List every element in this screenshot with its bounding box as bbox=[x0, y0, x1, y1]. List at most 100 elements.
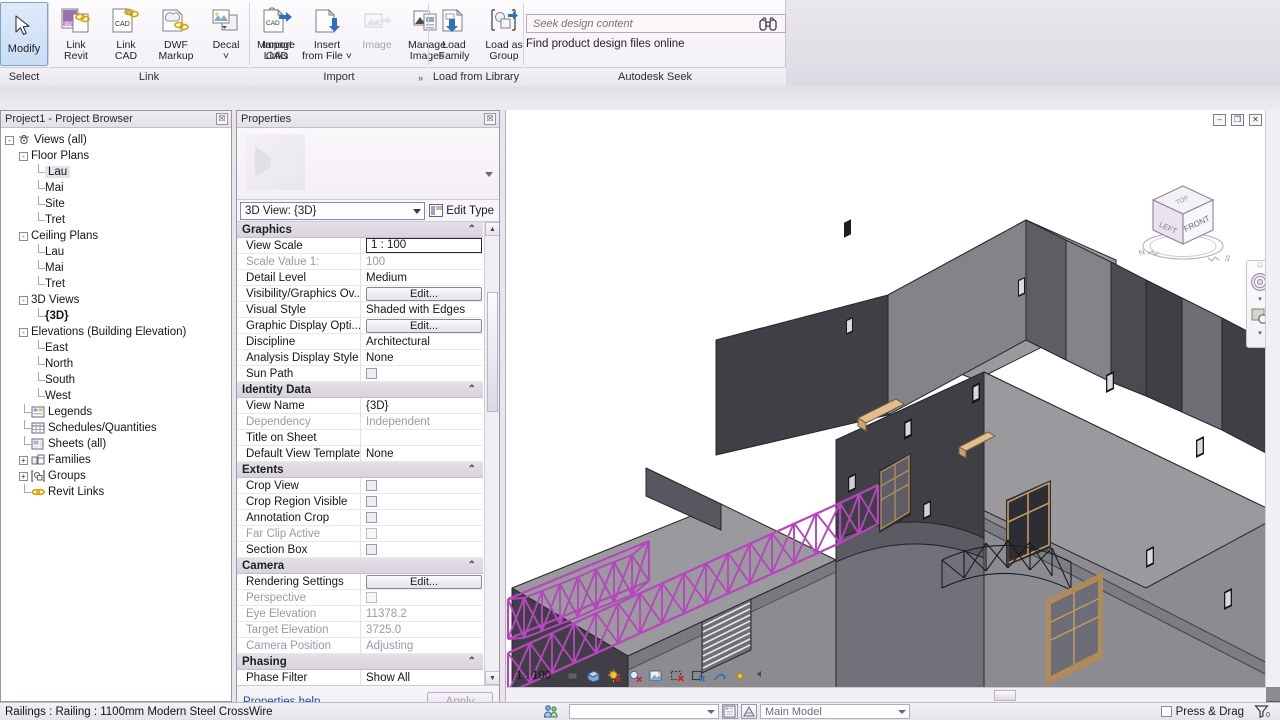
crop-off-icon[interactable] bbox=[670, 669, 685, 683]
property-row[interactable]: Annotation Crop bbox=[237, 509, 483, 526]
modify-button[interactable]: Modify bbox=[0, 2, 48, 66]
load-as-group-button[interactable]: Load as Group bbox=[479, 2, 529, 66]
properties-group-extents[interactable]: Extents ⌃ bbox=[237, 462, 483, 478]
property-row[interactable]: Visibility/Graphics Ov... Edit... bbox=[237, 285, 483, 302]
property-row[interactable]: View Name {3D} bbox=[237, 397, 483, 414]
tree-item-families[interactable]: + Families bbox=[5, 452, 231, 468]
property-row[interactable]: Analysis Display Style None bbox=[237, 349, 483, 366]
type-selector-combobox[interactable]: 3D View: {3D} bbox=[240, 201, 426, 220]
scroll-up-button[interactable]: ▲ bbox=[485, 222, 499, 236]
tree-item-site[interactable]: Site bbox=[5, 196, 231, 212]
property-row[interactable]: Eye Elevation 11378.2 bbox=[237, 605, 483, 622]
property-checkbox[interactable] bbox=[366, 480, 377, 491]
property-value-cell[interactable] bbox=[361, 542, 483, 558]
property-value-cell[interactable]: Independent bbox=[361, 414, 483, 430]
property-row[interactable]: Phase Filter Show All bbox=[237, 669, 483, 685]
property-edit-button[interactable]: Edit... bbox=[366, 574, 482, 589]
properties-group-phasing[interactable]: Phasing ⌃ bbox=[237, 654, 483, 670]
chevron-up-icon[interactable]: ⌃ bbox=[468, 560, 476, 571]
tree-item-north[interactable]: North bbox=[5, 356, 231, 372]
property-value-cell[interactable]: Edit... bbox=[361, 286, 483, 302]
properties-group-camera[interactable]: Camera ⌃ bbox=[237, 558, 483, 574]
properties-close-icon[interactable]: ☒ bbox=[484, 113, 496, 125]
tree-item-east[interactable]: East bbox=[5, 340, 231, 356]
tree-item-sheets-all[interactable]: Sheets (all) bbox=[5, 436, 231, 452]
chevron-up-icon[interactable]: ⌃ bbox=[468, 464, 476, 475]
collapse-icon[interactable]: - bbox=[19, 151, 28, 161]
binoculars-icon[interactable] bbox=[759, 16, 777, 31]
unlock-view-icon[interactable] bbox=[712, 669, 727, 683]
properties-group-identity-data[interactable]: Identity Data ⌃ bbox=[237, 382, 483, 398]
design-options-icon[interactable] bbox=[722, 704, 738, 719]
tree-item-3d-views[interactable]: -3D Views bbox=[5, 292, 231, 308]
property-checkbox[interactable] bbox=[366, 592, 377, 603]
viewport-hscroll-thumb[interactable] bbox=[994, 690, 1016, 701]
viewport-vertical-scrollbar[interactable] bbox=[1265, 110, 1280, 687]
exclude-options-icon[interactable] bbox=[741, 704, 757, 719]
properties-vertical-scrollbar[interactable]: ▲ ▼ bbox=[484, 222, 499, 685]
property-row[interactable]: Visual Style Shaded with Edges bbox=[237, 301, 483, 318]
import-dialog-launcher[interactable]: » bbox=[418, 73, 423, 83]
property-checkbox[interactable] bbox=[366, 512, 377, 523]
shadows-off-icon[interactable] bbox=[628, 669, 643, 683]
property-checkbox[interactable] bbox=[366, 496, 377, 507]
collapse-icon[interactable]: - bbox=[19, 295, 28, 305]
property-row[interactable]: Scale Value 1: 100 bbox=[237, 253, 483, 270]
property-row[interactable]: Far Clip Active bbox=[237, 525, 483, 542]
property-row[interactable]: Dependency Independent bbox=[237, 413, 483, 430]
property-row[interactable]: Graphic Display Opti... Edit... bbox=[237, 317, 483, 334]
property-value-cell[interactable] bbox=[361, 510, 483, 526]
link-cad-button[interactable]: CAD Link CAD bbox=[101, 2, 151, 66]
restore-view-icon[interactable]: ❐ bbox=[1231, 114, 1244, 126]
property-row[interactable]: Default View Template None bbox=[237, 445, 483, 462]
tree-item-tret[interactable]: Tret bbox=[5, 276, 231, 292]
view-control-bar[interactable]: 1 : 100 bbox=[516, 667, 769, 684]
property-row[interactable]: Crop Region Visible bbox=[237, 493, 483, 510]
property-value-cell[interactable]: Shaded with Edges bbox=[361, 302, 483, 318]
properties-scrollbar-thumb[interactable] bbox=[487, 292, 498, 412]
project-browser-close-icon[interactable]: ☒ bbox=[216, 113, 228, 125]
collapse-icon[interactable]: - bbox=[5, 135, 14, 145]
property-value-cell[interactable]: Adjusting bbox=[361, 638, 483, 654]
render-dialog-icon[interactable] bbox=[649, 669, 664, 683]
property-value-cell[interactable]: None bbox=[361, 446, 483, 462]
property-value-cell[interactable]: Architectural bbox=[361, 334, 483, 350]
minimize-view-icon[interactable]: – bbox=[1213, 114, 1226, 126]
property-edit-button[interactable]: Edit... bbox=[366, 318, 482, 333]
link-revit-button[interactable]: RVT Link Revit bbox=[51, 2, 101, 66]
property-row[interactable]: Rendering Settings Edit... bbox=[237, 573, 483, 590]
property-value-cell[interactable] bbox=[361, 430, 483, 446]
view-scale-label[interactable]: 1 : 100 bbox=[516, 670, 551, 682]
expand-icon[interactable]: + bbox=[19, 471, 28, 481]
property-value-cell[interactable]: 11378.2 bbox=[361, 606, 483, 622]
load-family-button[interactable]: Load Family bbox=[429, 2, 479, 66]
decal-button[interactable]: Decal ˅ bbox=[201, 2, 251, 66]
property-row[interactable]: Title on Sheet bbox=[237, 429, 483, 446]
3d-view-viewport[interactable]: – ❐ ✕ TOP LEFT FRONT N S □ ▾ ▾ 1: 100 bbox=[505, 110, 1280, 702]
viewcube[interactable]: TOP LEFT FRONT N S bbox=[1128, 168, 1238, 272]
property-row[interactable]: Perspective bbox=[237, 589, 483, 606]
property-row[interactable]: Camera Position Adjusting bbox=[237, 637, 483, 654]
chevron-down-icon[interactable] bbox=[707, 710, 715, 714]
insert-from-file-button[interactable]: Insert from File ˅ bbox=[302, 2, 352, 66]
expand-icon[interactable]: + bbox=[19, 455, 28, 465]
property-checkbox[interactable] bbox=[366, 544, 377, 555]
worksets-combobox[interactable] bbox=[569, 704, 719, 719]
property-row[interactable]: Detail Level Medium bbox=[237, 269, 483, 286]
collapse-icon[interactable]: - bbox=[19, 231, 28, 241]
scroll-down-button[interactable]: ▼ bbox=[485, 671, 499, 685]
press-and-drag-toggle[interactable]: Press & Drag bbox=[1160, 706, 1244, 718]
tree-item-elevations-building-elevation[interactable]: - Elevations (Building Elevation) bbox=[5, 324, 231, 340]
tree-item-mai[interactable]: Mai bbox=[5, 180, 231, 196]
property-value-cell[interactable]: None bbox=[361, 350, 483, 366]
tree-item-views-all[interactable]: - Views (all) bbox=[5, 132, 231, 148]
seek-search-box[interactable] bbox=[526, 14, 786, 33]
tree-item-tret[interactable]: Tret bbox=[5, 212, 231, 228]
tree-item-3d[interactable]: {3D} bbox=[5, 308, 231, 324]
tree-item-mai[interactable]: Mai bbox=[5, 260, 231, 276]
chevron-up-icon[interactable]: ⌃ bbox=[468, 384, 476, 395]
properties-group-graphics[interactable]: Graphics ⌃ bbox=[237, 222, 483, 238]
property-value-cell[interactable] bbox=[361, 478, 483, 494]
dwf-markup-button[interactable]: DWF Markup bbox=[151, 2, 201, 66]
tree-item-lau[interactable]: Lau bbox=[5, 244, 231, 260]
